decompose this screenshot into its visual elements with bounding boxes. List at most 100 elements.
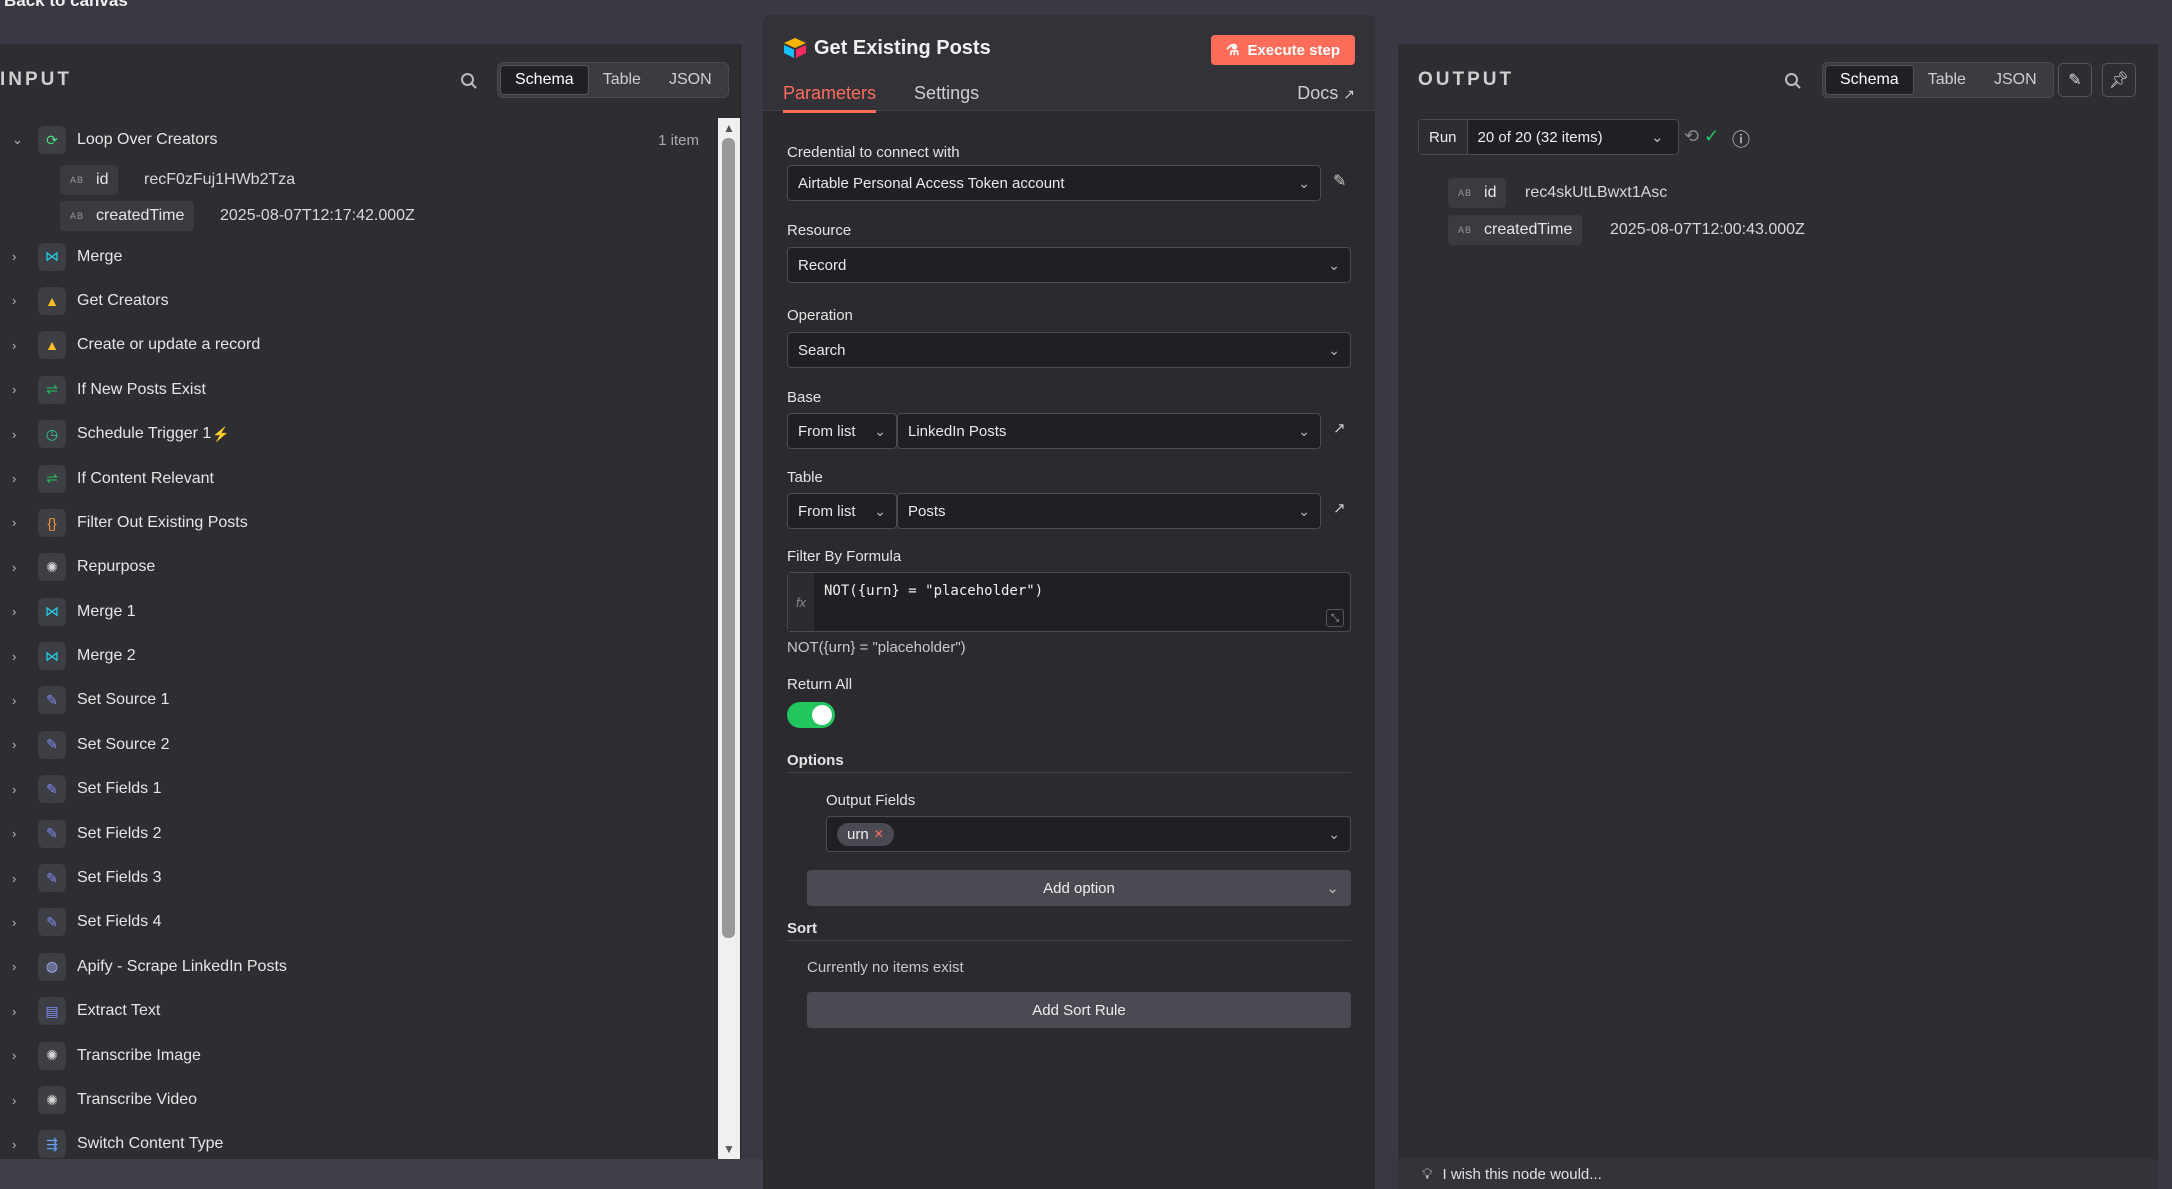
chevron-right-icon[interactable]: › xyxy=(12,826,24,841)
input-node-row[interactable]: › ✎ Set Fields 1 xyxy=(0,767,715,811)
input-tab-json[interactable]: JSON xyxy=(655,65,726,95)
chevron-right-icon[interactable]: › xyxy=(12,560,24,575)
input-node-row[interactable]: › ✎ Set Source 1 xyxy=(0,678,715,722)
input-node-row[interactable]: › ◍ Apify - Scrape LinkedIn Posts xyxy=(0,945,715,989)
tab-parameters[interactable]: Parameters xyxy=(783,83,877,113)
open-base-icon[interactable]: ↗ xyxy=(1333,419,1346,437)
input-node-row[interactable]: › ▤ Extract Text xyxy=(0,989,715,1033)
input-node-row[interactable]: › ⋈ Merge 2 xyxy=(0,634,715,678)
feedback-footer[interactable]: 💡︎ I wish this node would... xyxy=(1398,1159,2158,1189)
table-value-select[interactable]: Posts ⌄ xyxy=(897,493,1321,529)
input-node-row[interactable]: › ✎ Set Fields 2 xyxy=(0,811,715,855)
input-scrollbar[interactable]: ▲ ▼ xyxy=(718,118,740,1159)
open-table-icon[interactable]: ↗ xyxy=(1333,499,1346,517)
pin-icon: 📌︎ xyxy=(2108,72,2130,89)
table-mode-select[interactable]: From list ⌄ xyxy=(787,493,897,529)
pin-data-button[interactable]: 📌︎ xyxy=(2102,63,2136,97)
output-schema-field[interactable]: AB createdTime 2025-08-07T12:00:43.000Z xyxy=(1448,211,2128,248)
tab-settings[interactable]: Settings xyxy=(914,83,979,113)
chevron-right-icon[interactable]: › xyxy=(12,1048,24,1063)
chevron-right-icon[interactable]: › xyxy=(12,338,24,353)
edit-credential-icon[interactable]: ✎ xyxy=(1333,171,1346,191)
back-to-canvas-link[interactable]: Back to canvas xyxy=(4,0,128,11)
search-icon[interactable] xyxy=(460,72,482,94)
docs-link[interactable]: Docs ↗ xyxy=(1297,83,1355,104)
input-node-row[interactable]: › ✎ Set Fields 3 xyxy=(0,856,715,900)
chevron-right-icon[interactable]: › xyxy=(12,782,24,797)
input-node-row[interactable]: › ✎ Set Source 2 xyxy=(0,723,715,767)
chevron-right-icon[interactable]: › xyxy=(12,737,24,752)
input-node-row[interactable]: › ✎ Set Fields 4 xyxy=(0,900,715,944)
input-node-row[interactable]: › ⇌ If Content Relevant xyxy=(0,456,715,500)
urn-chip[interactable]: urn ✕ xyxy=(837,822,894,846)
output-tab-table[interactable]: Table xyxy=(1914,65,1980,95)
output-schema-field[interactable]: AB id rec4skUtLBwxt1Asc xyxy=(1448,174,2128,211)
input-node-row[interactable]: › ✺ Transcribe Image xyxy=(0,1033,715,1077)
chevron-right-icon[interactable]: › xyxy=(12,1093,24,1108)
expand-icon[interactable]: ⤡ xyxy=(1326,609,1344,627)
output-tab-schema[interactable]: Schema xyxy=(1825,65,1914,95)
chevron-down-icon: ⌄ xyxy=(1298,422,1310,439)
add-sort-rule-button[interactable]: Add Sort Rule xyxy=(807,992,1351,1028)
schema-field[interactable]: AB id recF0zFuj1HWb2Tza xyxy=(0,162,715,198)
formula-input[interactable]: fx NOT({urn} = "placeholder") ⤡ xyxy=(787,572,1351,632)
schema-field[interactable]: AB createdTime 2025-08-07T12:17:42.000Z xyxy=(0,198,715,234)
input-node-row[interactable]: › ▲ Get Creators xyxy=(0,279,715,323)
input-title: INPUT xyxy=(0,69,72,90)
chevron-right-icon[interactable]: › xyxy=(12,427,24,442)
field-tag[interactable]: AB id xyxy=(60,165,119,196)
base-mode-select[interactable]: From list ⌄ xyxy=(787,413,897,449)
info-icon[interactable]: ⓘ xyxy=(1732,126,1750,152)
input-node-row[interactable]: › ⇌ If New Posts Exist xyxy=(0,368,715,412)
input-node-row[interactable]: › ✺ Transcribe Video xyxy=(0,1078,715,1122)
string-type-icon: AB xyxy=(1458,187,1473,198)
input-node-row[interactable]: › ⇶ Switch Content Type xyxy=(0,1122,715,1159)
output-fields-select[interactable]: urn ✕ ⌄ xyxy=(826,816,1351,852)
search-icon[interactable] xyxy=(1784,72,1806,94)
credential-select[interactable]: Airtable Personal Access Token account ⌄ xyxy=(787,165,1321,201)
chevron-right-icon[interactable]: › xyxy=(12,649,24,664)
chevron-right-icon[interactable]: › xyxy=(12,249,24,264)
base-value-select[interactable]: LinkedIn Posts ⌄ xyxy=(897,413,1321,449)
chevron-right-icon[interactable]: › xyxy=(12,515,24,530)
node-label: Set Source 2 xyxy=(77,735,170,753)
node-label: If New Posts Exist xyxy=(77,380,206,398)
field-tag[interactable]: AB createdTime xyxy=(1448,214,1583,245)
input-node-row[interactable]: › {} Filter Out Existing Posts xyxy=(0,501,715,545)
chevron-down-icon: ⌄ xyxy=(874,502,886,519)
chevron-right-icon[interactable]: › xyxy=(12,1004,24,1019)
input-node-row[interactable]: ⌄ ⟳ Loop Over Creators 1 item xyxy=(0,118,715,162)
output-tab-json[interactable]: JSON xyxy=(1980,65,2051,95)
add-option-button[interactable]: Add option ⌄ xyxy=(807,870,1351,906)
execute-step-button[interactable]: ⚗ Execute step xyxy=(1211,35,1355,65)
resource-select[interactable]: Record ⌄ xyxy=(787,247,1351,283)
chevron-right-icon[interactable]: › xyxy=(12,471,24,486)
run-selector[interactable]: Run 20 of 20 (32 items) ⌄ xyxy=(1418,119,1679,155)
return-all-toggle[interactable] xyxy=(787,702,835,728)
input-node-row[interactable]: › ⋈ Merge 1 xyxy=(0,590,715,634)
input-tab-schema[interactable]: Schema xyxy=(500,65,589,95)
close-icon[interactable]: ✕ xyxy=(874,827,884,841)
chevron-right-icon[interactable]: › xyxy=(12,915,24,930)
chevron-right-icon[interactable]: › xyxy=(12,871,24,886)
operation-select[interactable]: Search ⌄ xyxy=(787,332,1351,368)
input-node-row[interactable]: › ▲ Create or update a record xyxy=(0,323,715,367)
edit-output-button[interactable]: ✎ xyxy=(2058,63,2092,97)
input-node-row[interactable]: › ✺ Repurpose xyxy=(0,545,715,589)
chevron-right-icon[interactable]: › xyxy=(12,293,24,308)
chevron-right-icon[interactable]: › xyxy=(12,382,24,397)
chevron-right-icon[interactable]: › xyxy=(12,604,24,619)
node-title: Get Existing Posts xyxy=(814,37,991,59)
field-tag[interactable]: AB createdTime xyxy=(60,201,195,232)
link-icon[interactable]: ⟲ xyxy=(1684,126,1699,147)
input-node-row[interactable]: › ⋈ Merge xyxy=(0,234,715,278)
chevron-down-icon[interactable]: ⌄ xyxy=(12,132,24,148)
input-node-row[interactable]: › ◷ Schedule Trigger 1 ⚡ xyxy=(0,412,715,456)
scrollbar-thumb[interactable] xyxy=(722,138,735,938)
chevron-right-icon[interactable]: › xyxy=(12,1137,24,1152)
input-panel: INPUT Schema Table JSON ⌄ ⟳ Loop Over Cr… xyxy=(0,44,741,1159)
field-tag[interactable]: AB id xyxy=(1448,177,1507,208)
chevron-right-icon[interactable]: › xyxy=(12,693,24,708)
chevron-right-icon[interactable]: › xyxy=(12,959,24,974)
input-tab-table[interactable]: Table xyxy=(589,65,655,95)
